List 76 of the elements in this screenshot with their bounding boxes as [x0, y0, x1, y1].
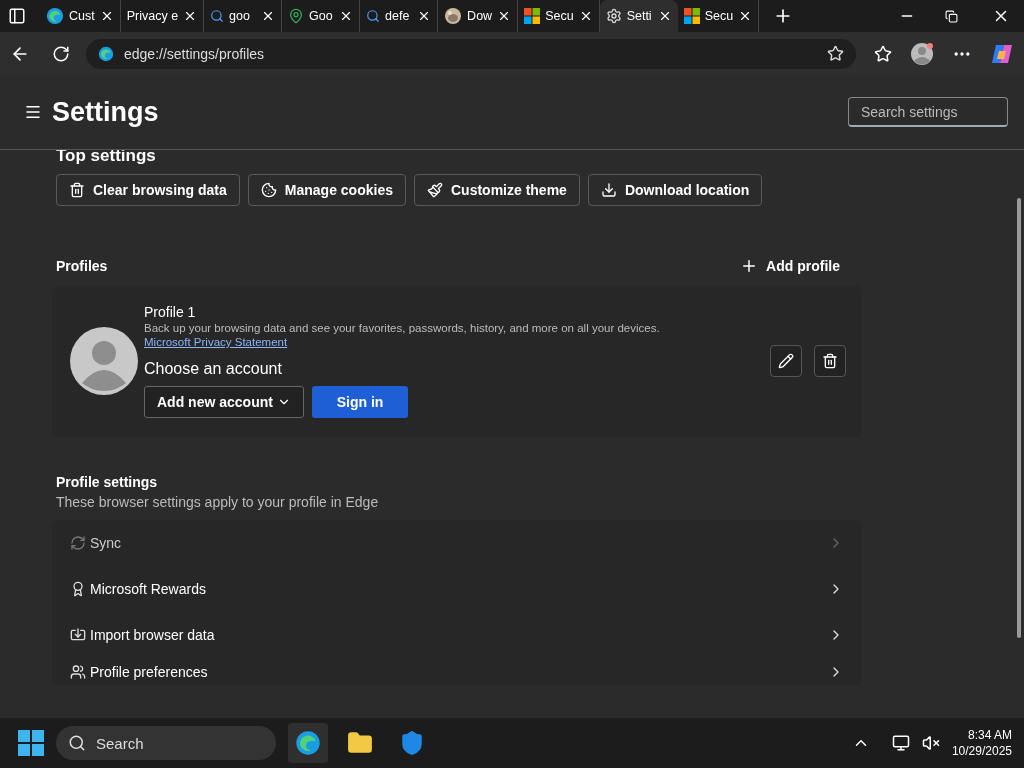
tab-title: defe — [385, 9, 411, 23]
tab-title: Cust — [69, 9, 95, 23]
item-label: Microsoft Rewards — [90, 581, 207, 597]
medal-icon — [70, 581, 86, 597]
url-text: edge://settings/profiles — [124, 45, 266, 62]
search-field[interactable]: Search settings — [848, 97, 1008, 127]
pencil-icon — [778, 353, 794, 369]
windows-start-icon[interactable] — [18, 730, 44, 756]
account-dropdown[interactable]: Add new account — [144, 386, 304, 418]
clock[interactable]: 8:34 AM 10/29/2025 — [951, 728, 1012, 758]
profile-avatar-icon[interactable] — [910, 41, 934, 66]
map-pin-icon — [288, 8, 305, 24]
microsoft-logo-icon — [524, 8, 541, 24]
tab-title: goo — [229, 9, 251, 23]
settings-item[interactable]: Profile preferences — [52, 658, 862, 686]
page-title: Settings — [52, 96, 160, 128]
search-icon — [366, 9, 381, 23]
sync-icon — [70, 535, 86, 551]
delete-button[interactable] — [814, 345, 846, 377]
section-heading: Profiles — [56, 258, 108, 274]
tab-title: Dow — [467, 9, 493, 23]
favorites-icon[interactable] — [874, 44, 892, 63]
quick-action-button[interactable]: Download location — [587, 174, 763, 206]
date: 10/29/2025 — [951, 744, 1012, 758]
folder-icon — [347, 730, 373, 756]
search-icon — [210, 9, 225, 23]
section-heading: Profile settings — [56, 474, 159, 490]
choose-account-label: Choose an account — [144, 360, 283, 378]
quick-action-button[interactable]: Clear browsing data — [56, 174, 240, 206]
tab-title: Privacy e — [126, 9, 179, 23]
favorite-star-icon[interactable] — [827, 45, 844, 62]
tab-title: Goo — [309, 9, 334, 23]
settings-item[interactable]: Microsoft Rewards — [52, 566, 862, 612]
restore-icon[interactable] — [945, 9, 958, 23]
download-icon — [600, 182, 617, 198]
menu-icon[interactable] — [24, 103, 42, 121]
quick-action-button[interactable]: Manage cookies — [247, 174, 406, 206]
trash-icon — [69, 182, 85, 198]
section-subtitle: These browser settings apply to your profile in Edge — [56, 494, 380, 510]
browser-tab[interactable]: Setti — [599, 0, 678, 32]
edit-button[interactable] — [770, 345, 802, 377]
network-icon[interactable] — [891, 734, 910, 752]
profile-name: Profile 1 — [144, 304, 197, 320]
item-label: Sync — [90, 535, 123, 551]
add-profile-button[interactable]: Add profile — [734, 256, 846, 276]
volume-muted-icon[interactable] — [921, 734, 940, 752]
microsoft-logo-icon — [683, 8, 700, 24]
profile-description: Back up your browsing data and see your favorites, passwords, history, and more on all your devices. — [144, 322, 661, 334]
sign-in-button[interactable]: Sign in — [312, 386, 408, 418]
edge-icon — [295, 730, 321, 756]
edge-icon — [46, 7, 64, 25]
quick-action-button[interactable]: Customize theme — [413, 174, 580, 206]
cookie-icon — [260, 182, 277, 198]
paintbrush-icon — [426, 182, 443, 198]
address-bar[interactable]: edge://settings/profiles — [86, 38, 856, 69]
shield-icon — [399, 730, 425, 756]
time: 8:34 AM — [967, 728, 1012, 742]
taskbar-search[interactable]: Search — [56, 726, 276, 760]
trash-icon — [822, 353, 838, 369]
tab-title: Setti — [626, 9, 653, 23]
refresh-icon[interactable] — [52, 44, 70, 63]
settings-item[interactable]: Import browser data — [52, 612, 862, 658]
privacy-link[interactable]: Microsoft Privacy Statement — [144, 336, 288, 348]
settings-icon — [605, 8, 622, 24]
people-icon — [70, 664, 86, 680]
taskbar-app[interactable] — [288, 723, 328, 763]
tab-title: Secu — [704, 9, 734, 23]
search-icon — [68, 734, 86, 752]
avatar-icon — [70, 327, 138, 395]
tab-title: Secu — [545, 9, 574, 23]
scrollbar-thumb[interactable] — [1017, 198, 1021, 638]
tab-actions-icon[interactable] — [8, 7, 26, 25]
edge-icon — [98, 45, 114, 62]
item-label: Profile preferences — [90, 664, 209, 680]
import-icon — [70, 627, 86, 643]
item-label: Import browser data — [90, 627, 216, 643]
